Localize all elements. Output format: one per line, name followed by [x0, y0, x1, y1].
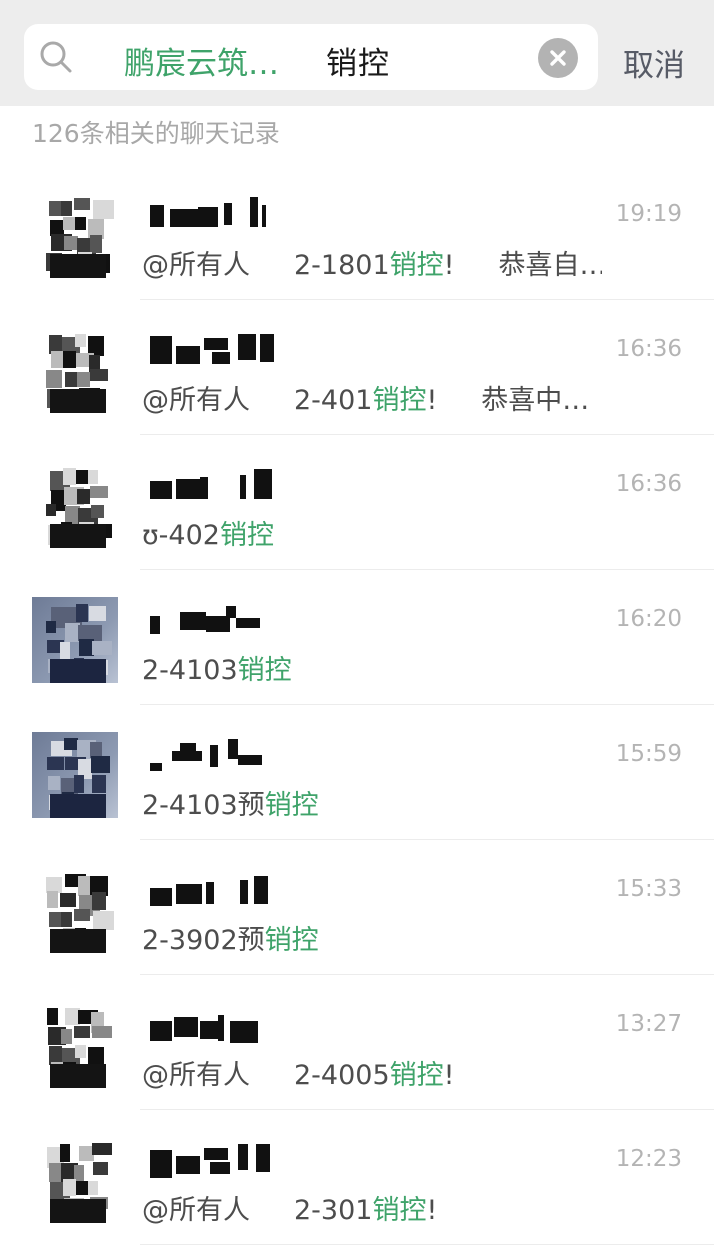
snippet-text: 2-4103预	[142, 790, 265, 821]
message-time: 16:36	[615, 471, 682, 497]
clear-search-button[interactable]	[538, 38, 578, 78]
chat-result-item[interactable]: 16:36 @所有人 2-401销控! 恭喜中…	[0, 300, 714, 435]
keyword-highlight: 销控	[389, 1060, 444, 1091]
search-results-list: 19:19 @所有人 2-1801销控! 恭喜自… 16:36 @所有人 2-401销控! 恭…	[0, 165, 714, 1245]
avatar	[32, 1137, 118, 1223]
sender-name-redacted	[150, 1142, 300, 1178]
mention-text: @所有人	[142, 385, 250, 416]
cancel-button[interactable]: 取消	[623, 40, 685, 85]
avatar	[32, 327, 118, 413]
chat-result-item[interactable]: 16:20 2-4103销控	[0, 570, 714, 705]
chat-filter-chip[interactable]: 鹏宸云筑…	[124, 38, 279, 83]
keyword-highlight: 销控	[219, 520, 274, 551]
message-snippet: @所有人 2-4005销控!	[142, 1053, 454, 1092]
sender-name-redacted	[150, 332, 300, 366]
avatar	[32, 732, 118, 818]
result-count-label: 126条相关的聊天记录	[32, 119, 280, 148]
snippet-text: !	[426, 1195, 438, 1226]
keyword-highlight: 销控	[264, 790, 319, 821]
message-snippet: 2-3902预销控	[142, 918, 319, 957]
snippet-tail: 恭喜中…	[481, 385, 590, 416]
chat-result-item[interactable]: 15:33 2-3902预销控	[0, 840, 714, 975]
snippet-text: ʊ-402	[142, 520, 220, 551]
sender-name-redacted	[150, 197, 300, 231]
message-snippet: 2-4103销控	[142, 648, 292, 687]
keyword-highlight: 销控	[389, 250, 444, 281]
avatar	[32, 1002, 118, 1088]
message-time: 19:19	[615, 201, 682, 227]
chat-result-item[interactable]: 13:27 @所有人 2-4005销控!	[0, 975, 714, 1110]
message-snippet: @所有人 2-1801销控! 恭喜自…	[142, 243, 602, 282]
snippet-text: !	[443, 1060, 455, 1091]
message-snippet: @所有人 2-401销控! 恭喜中…	[142, 378, 589, 417]
message-time: 15:59	[615, 741, 682, 767]
search-icon	[40, 41, 72, 73]
search-query[interactable]: 销控	[326, 38, 390, 83]
message-time: 13:27	[615, 1011, 682, 1037]
snippet-text: 2-401	[294, 385, 373, 416]
mention-text: @所有人	[142, 250, 250, 281]
sender-name-redacted	[150, 602, 300, 636]
message-time: 16:36	[615, 336, 682, 362]
snippet-text: 2-3902预	[142, 925, 265, 956]
snippet-text: 2-4103	[142, 655, 238, 686]
keyword-highlight: 销控	[372, 1195, 427, 1226]
chat-result-item[interactable]: 16:36 ʊ-402销控	[0, 435, 714, 570]
message-snippet: 2-4103预销控	[142, 783, 319, 822]
keyword-highlight: 销控	[372, 385, 427, 416]
search-header: 鹏宸云筑… 销控 取消	[0, 0, 714, 106]
chat-result-item[interactable]: 12:23 @所有人 2-301销控!	[0, 1110, 714, 1245]
avatar	[32, 867, 118, 953]
message-time: 15:33	[615, 876, 682, 902]
close-icon	[550, 50, 566, 66]
snippet-text: !	[426, 385, 438, 416]
snippet-text: !	[443, 250, 455, 281]
keyword-highlight: 销控	[264, 925, 319, 956]
chat-result-item[interactable]: 19:19 @所有人 2-1801销控! 恭喜自…	[0, 165, 714, 300]
avatar	[32, 462, 118, 548]
avatar	[32, 597, 118, 683]
sender-name-redacted	[150, 467, 300, 501]
mention-text: @所有人	[142, 1195, 250, 1226]
message-snippet: @所有人 2-301销控!	[142, 1188, 437, 1227]
message-time: 12:23	[615, 1146, 682, 1172]
sender-name-redacted	[150, 872, 300, 906]
sender-name-redacted	[150, 1007, 300, 1043]
snippet-text: 2-4005	[294, 1060, 390, 1091]
row-divider	[140, 1244, 714, 1245]
snippet-text: 2-301	[294, 1195, 373, 1226]
search-input[interactable]: 鹏宸云筑… 销控	[24, 24, 598, 90]
sender-name-redacted	[150, 737, 300, 771]
message-time: 16:20	[615, 606, 682, 632]
avatar	[32, 192, 118, 278]
keyword-highlight: 销控	[237, 655, 292, 686]
mention-text: @所有人	[142, 1060, 250, 1091]
snippet-tail: 恭喜自…	[498, 250, 602, 281]
snippet-text: 2-1801	[294, 250, 390, 281]
chat-result-item[interactable]: 15:59 2-4103预销控	[0, 705, 714, 840]
message-snippet: ʊ-402销控	[142, 513, 274, 552]
